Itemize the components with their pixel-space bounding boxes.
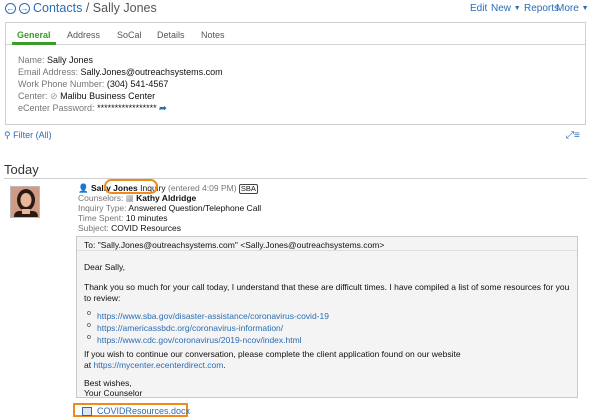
phone-label: Work Phone Number:: [18, 79, 105, 89]
chevron-down-icon: ▼: [513, 5, 521, 12]
name-label: Name:: [18, 55, 45, 65]
section-title: Today: [4, 162, 39, 177]
password-row: eCenter Password: ***************** ➦: [18, 103, 167, 114]
list-item: https://www.sba.gov/disaster-assistance/…: [87, 310, 329, 323]
tab-notes[interactable]: Notes: [201, 30, 225, 40]
email-text: .: [223, 360, 226, 370]
time-spent-value: 10 minutes: [125, 213, 168, 223]
inquiry-type-row: Inquiry Type: Answered Question/Telephon…: [78, 203, 261, 213]
breadcrumb-contacts-link[interactable]: Contacts: [33, 1, 82, 15]
counselors-label: Counselors:: [78, 193, 124, 203]
email-paragraph-line: If you wish to continue our conversation…: [84, 349, 461, 359]
email-paragraph-line: Thank you so much for your call today, I…: [84, 282, 570, 292]
subject-value: COVID Resources: [111, 223, 182, 233]
time-spent-row: Time Spent: 10 minutes: [78, 213, 167, 223]
filter-link[interactable]: ⚲ Filter (All): [4, 130, 52, 141]
active-tab-indicator: [12, 42, 56, 45]
tab-address[interactable]: Address: [67, 30, 100, 40]
email-paragraph-line: to review:: [84, 293, 121, 303]
email-application-link[interactable]: https://mycenter.ecenterdirect.com: [93, 360, 223, 370]
center-link[interactable]: Malibu Business Center: [60, 91, 155, 101]
center-status-icon: ⊘: [50, 91, 58, 101]
email-label: Email Address:: [18, 67, 79, 77]
tab-details[interactable]: Details: [157, 30, 185, 40]
email-header-divider: [77, 250, 577, 251]
top-bar: ← → Contacts / Sally Jones Edit New ▼ Re…: [0, 0, 589, 18]
more-menu-label: More: [556, 3, 579, 14]
entered-time: (entered 4:09 PM): [168, 183, 237, 193]
breadcrumb-separator: /: [85, 1, 90, 15]
back-icon[interactable]: ←: [5, 3, 16, 14]
forward-icon[interactable]: →: [19, 3, 30, 14]
tab-socal[interactable]: SoCal: [117, 30, 142, 40]
reports-button[interactable]: Reports: [524, 3, 559, 14]
inquiry-type-value: Answered Question/Telephone Call: [128, 203, 262, 213]
phone-row: Work Phone Number: (304) 541-4567: [18, 79, 168, 89]
password-label: eCenter Password:: [18, 103, 95, 113]
email-paragraph-line: at https://mycenter.ecenterdirect.com.: [84, 360, 226, 370]
email-signature: Your Counselor: [84, 388, 143, 398]
contact-card: General Address SoCal Details Notes Name…: [5, 22, 586, 125]
counselor-name: Kathy Aldridge: [136, 193, 197, 203]
email-link[interactable]: Sally.Jones@outreachsystems.com: [81, 67, 223, 77]
sba-badge: SBA: [238, 184, 258, 194]
more-menu-button[interactable]: More ▼: [556, 3, 589, 14]
email-resource-link[interactable]: https://americassbdc.org/coronavirus-inf…: [97, 323, 283, 333]
email-body: To: "Sally.Jones@outreachsystems.com" <S…: [76, 236, 578, 398]
password-value: *****************: [97, 103, 157, 113]
list-item: https://www.cdc.gov/coronavirus/2019-nco…: [87, 334, 329, 347]
email-row: Email Address: Sally.Jones@outreachsyste…: [18, 67, 223, 77]
attachment-link[interactable]: COVIDResources.docx: [97, 406, 190, 416]
email-greeting: Dear Sally,: [84, 262, 125, 272]
name-row: Name: Sally Jones: [18, 55, 93, 65]
email-closing: Best wishes,: [84, 378, 132, 388]
name-value: Sally Jones: [47, 55, 94, 65]
group-icon: ▦: [125, 193, 134, 203]
email-to-line: To: "Sally.Jones@outreachsystems.com" <S…: [84, 240, 385, 250]
new-menu-label: New: [491, 3, 512, 14]
new-menu-button[interactable]: New ▼: [491, 3, 521, 14]
chevron-down-icon: ▼: [581, 5, 589, 12]
subject-row: Subject: COVID Resources: [78, 223, 181, 233]
document-icon: [82, 407, 92, 416]
tab-general[interactable]: General: [17, 30, 51, 40]
breadcrumb-current: Sally Jones: [92, 1, 157, 15]
avatar: [10, 186, 40, 218]
breadcrumb: Contacts / Sally Jones: [33, 1, 157, 15]
email-link-list: https://www.sba.gov/disaster-assistance/…: [87, 310, 329, 347]
inquiry-type-label: Inquiry Type:: [78, 203, 127, 213]
attachment-highlight: COVIDResources.docx: [73, 403, 190, 417]
edit-button[interactable]: Edit: [470, 3, 487, 14]
center-row: Center: ⊘ Malibu Business Center: [18, 91, 155, 102]
filter-label: Filter (All): [13, 130, 52, 140]
time-spent-label: Time Spent:: [78, 213, 124, 223]
subject-label: Subject:: [78, 223, 109, 233]
share-arrow-icon[interactable]: ➦: [159, 103, 167, 113]
email-resource-link[interactable]: https://www.cdc.gov/coronavirus/2019-nco…: [97, 335, 302, 345]
expand-list-icon[interactable]: ⤢≡: [566, 130, 580, 141]
phone-value: (304) 541-4567: [106, 79, 169, 89]
tab-bar: General Address SoCal Details Notes: [6, 23, 585, 45]
email-resource-link[interactable]: https://www.sba.gov/disaster-assistance/…: [97, 311, 329, 321]
section-divider: [4, 178, 587, 179]
search-icon: ⚲: [4, 130, 11, 140]
inquiry-highlight: [104, 179, 158, 194]
center-label: Center:: [18, 91, 48, 101]
person-icon: 👤: [78, 183, 89, 193]
avatar-photo: [11, 187, 39, 217]
list-item: https://americassbdc.org/coronavirus-inf…: [87, 322, 329, 335]
